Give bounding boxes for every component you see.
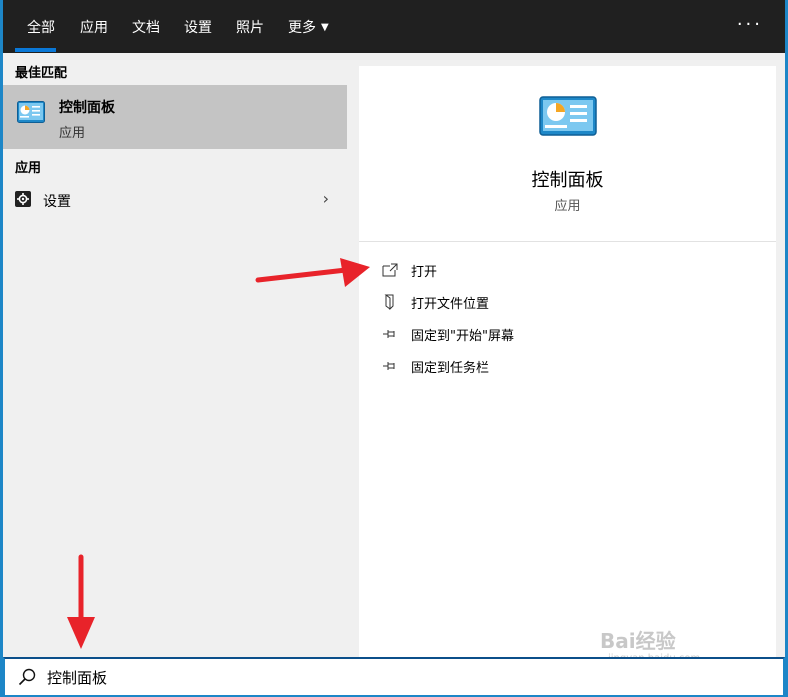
tab-more[interactable]: 更多 ▼ [276, 0, 341, 53]
detail-title: 控制面板 [531, 170, 604, 191]
tab-label: 文档 [132, 19, 160, 36]
action-pin-to-start[interactable]: 固定到"开始"屏幕 [381, 322, 514, 346]
tab-label: 应用 [80, 19, 108, 36]
apps-heading: 应用 [15, 161, 42, 176]
detail-subtitle: 应用 [554, 199, 581, 214]
chevron-right-icon[interactable]: › [323, 189, 329, 208]
tab-label: 设置 [184, 19, 212, 36]
detail-pane: 控制面板 应用 打开 打开文件位置 固定到"开始"屏幕 固定到任务栏 [359, 66, 776, 657]
action-pin-to-taskbar[interactable]: 固定到任务栏 [381, 354, 489, 378]
app-item-label: 设置 [43, 194, 71, 210]
best-match-item[interactable]: 控制面板 应用 [3, 85, 347, 149]
app-item-settings[interactable]: 设置 › [3, 185, 347, 215]
results-pane: 最佳匹配 控制面板 应用 应用 设置 › [3, 53, 347, 657]
caret-down-icon: ▼ [321, 21, 329, 33]
tab-bar: 全部 应用 文档 设置 照片 更多 ▼ ··· [3, 0, 785, 53]
tab-label: 更多 [288, 19, 316, 36]
pin-icon [381, 325, 399, 343]
action-open[interactable]: 打开 [381, 258, 437, 282]
action-label: 固定到任务栏 [411, 360, 490, 376]
tab-apps[interactable]: 应用 [68, 0, 120, 53]
tab-label: 全部 [27, 19, 55, 36]
file-location-icon [381, 293, 399, 311]
tab-photos[interactable]: 照片 [224, 0, 276, 53]
best-match-title: 控制面板 [59, 100, 115, 116]
ellipsis-icon[interactable]: ··· [737, 14, 763, 35]
action-label: 打开 [411, 264, 438, 280]
search-bar [3, 657, 785, 697]
control-panel-icon [17, 101, 45, 127]
search-icon [17, 667, 37, 687]
divider [359, 241, 776, 242]
control-panel-icon [539, 96, 597, 140]
search-input[interactable] [45, 667, 649, 687]
tab-label: 照片 [236, 19, 264, 36]
watermark-logo: Bai经验 [600, 629, 676, 653]
tab-settings[interactable]: 设置 [172, 0, 224, 53]
action-open-file-location[interactable]: 打开文件位置 [381, 290, 489, 314]
open-icon [381, 261, 399, 279]
action-label: 固定到"开始"屏幕 [411, 328, 514, 344]
tab-all[interactable]: 全部 [3, 0, 68, 53]
action-label: 打开文件位置 [411, 296, 490, 312]
pin-icon [381, 357, 399, 375]
best-match-heading: 最佳匹配 [15, 66, 68, 81]
tab-documents[interactable]: 文档 [120, 0, 172, 53]
gear-icon [15, 191, 31, 207]
best-match-subtitle: 应用 [59, 126, 86, 141]
